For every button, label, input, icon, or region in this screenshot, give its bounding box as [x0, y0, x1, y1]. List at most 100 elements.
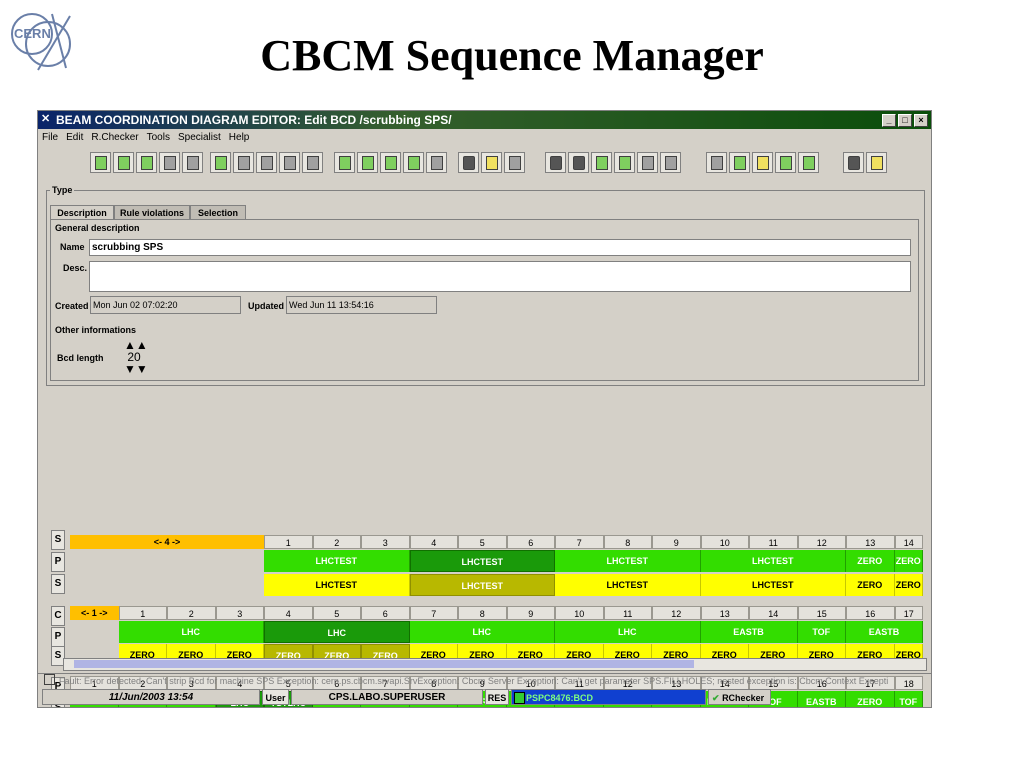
- res-button[interactable]: RES: [485, 689, 509, 705]
- sps-column-number[interactable]: 12: [797, 535, 846, 549]
- clean-icon[interactable]: [866, 152, 887, 173]
- cps-column-number[interactable]: 1: [118, 606, 167, 620]
- cps-column-number[interactable]: 14: [749, 606, 798, 620]
- edit-cycle-4-icon[interactable]: [279, 152, 300, 173]
- pencil-4-icon[interactable]: [614, 152, 635, 173]
- cps-cycle-cell[interactable]: LHC: [555, 621, 701, 643]
- cps-column-number[interactable]: 16: [846, 606, 895, 620]
- sps-column-number[interactable]: 9: [652, 535, 701, 549]
- copy-bcd-icon[interactable]: [136, 152, 157, 173]
- session-display[interactable]: PSPC8476:BCD editor:LABO.SUPERUSER...: [511, 689, 706, 705]
- menu-specialist[interactable]: Specialist: [174, 130, 225, 146]
- sps-cycle-cell[interactable]: ZERO: [894, 574, 923, 596]
- save-icon[interactable]: [458, 152, 479, 173]
- delete-bcd-icon[interactable]: [159, 152, 180, 173]
- cps-column-number[interactable]: 9: [506, 606, 555, 620]
- close-button[interactable]: ×: [914, 114, 928, 127]
- edit-cycle-5-icon[interactable]: [302, 152, 323, 173]
- sps-cycle-cell[interactable]: LHCTEST: [409, 550, 555, 572]
- edit-cycle-2-icon[interactable]: [233, 152, 254, 173]
- sps-cycle-cell[interactable]: LHCTEST: [555, 550, 701, 572]
- cps-column-number[interactable]: 12: [652, 606, 701, 620]
- sps-cycle-cell[interactable]: LHCTEST: [264, 550, 410, 572]
- bcd-length-spinner[interactable]: ▲▲ 20 ▼▼: [124, 339, 148, 375]
- sps-cycle-cell[interactable]: LHCTEST: [264, 574, 410, 596]
- sps-cycle-cell[interactable]: ZERO: [894, 550, 923, 572]
- sps-column-number[interactable]: 7: [555, 535, 604, 549]
- cps-column-number[interactable]: 5: [312, 606, 361, 620]
- cps-cycle-cell[interactable]: LHC: [264, 621, 410, 643]
- grid-icon[interactable]: [706, 152, 727, 173]
- window-titlebar[interactable]: ✕ BEAM COORDINATION DIAGRAM EDITOR: Edit…: [38, 111, 931, 129]
- spin-down-icon[interactable]: ▼▼: [124, 363, 148, 375]
- calendar-4-icon[interactable]: [403, 152, 424, 173]
- sps-column-number[interactable]: 13: [846, 535, 895, 549]
- menu-tools[interactable]: Tools: [143, 130, 174, 146]
- sps-column-number[interactable]: 2: [312, 535, 361, 549]
- close-bcd-icon[interactable]: [182, 152, 203, 173]
- minimize-button[interactable]: _: [882, 114, 896, 127]
- cps-cycle-cell[interactable]: LHC: [409, 621, 555, 643]
- spin-up-icon[interactable]: ▲▲: [124, 339, 148, 351]
- sps-column-number[interactable]: 11: [749, 535, 798, 549]
- calendar-3-icon[interactable]: [380, 152, 401, 173]
- menu-edit[interactable]: Edit: [62, 130, 87, 146]
- scrollbar-thumb[interactable]: [74, 660, 694, 668]
- tab-rule-violations[interactable]: Rule violations: [114, 205, 190, 220]
- cps-column-number[interactable]: 15: [797, 606, 846, 620]
- cps-cycle-cell[interactable]: EASTB: [846, 621, 923, 643]
- sps-column-number[interactable]: 8: [603, 535, 652, 549]
- maximize-button[interactable]: □: [898, 114, 912, 127]
- sps-cycle-cell[interactable]: LHCTEST: [555, 574, 701, 596]
- insert-row-icon[interactable]: [729, 152, 750, 173]
- menu-help[interactable]: Help: [225, 130, 254, 146]
- pencil-icon[interactable]: [545, 152, 566, 173]
- open-bcd-icon[interactable]: [113, 152, 134, 173]
- sps-cycle-cell[interactable]: LHCTEST: [700, 550, 846, 572]
- sps-column-number[interactable]: 3: [361, 535, 410, 549]
- tab-selection[interactable]: Selection: [190, 205, 246, 220]
- cps-column-number[interactable]: 2: [167, 606, 216, 620]
- cps-column-number[interactable]: 11: [603, 606, 652, 620]
- rchecker-button[interactable]: ✔ RChecker: [708, 689, 771, 705]
- cps-column-number[interactable]: 10: [555, 606, 604, 620]
- cps-column-number[interactable]: 17: [894, 606, 923, 620]
- split-icon[interactable]: [798, 152, 819, 173]
- cps-column-number[interactable]: 7: [409, 606, 458, 620]
- calendar-2-icon[interactable]: [357, 152, 378, 173]
- sps-column-number[interactable]: 5: [458, 535, 507, 549]
- sps-column-number[interactable]: 14: [894, 535, 923, 549]
- sps-cycle-cell[interactable]: LHCTEST: [409, 574, 555, 596]
- edit-cycle-icon[interactable]: [210, 152, 231, 173]
- merge-icon[interactable]: [775, 152, 796, 173]
- sps-cycle-cell[interactable]: ZERO: [846, 550, 895, 572]
- calendar-icon[interactable]: [334, 152, 355, 173]
- menu-file[interactable]: File: [38, 130, 62, 146]
- cps-column-number[interactable]: 4: [264, 606, 313, 620]
- wand-icon[interactable]: [637, 152, 658, 173]
- horizontal-scrollbar[interactable]: [63, 658, 927, 671]
- sps-cycle-cell[interactable]: LHCTEST: [700, 574, 846, 596]
- sps-column-number[interactable]: 4: [409, 535, 458, 549]
- sps-column-number[interactable]: 1: [264, 535, 313, 549]
- cps-cycle-cell[interactable]: TOF: [797, 621, 846, 643]
- cps-cycle-cell[interactable]: EASTB: [700, 621, 798, 643]
- desc-field[interactable]: [89, 261, 911, 292]
- fault-checkbox-icon[interactable]: [44, 674, 55, 685]
- name-field[interactable]: scrubbing SPS: [89, 239, 911, 256]
- insert-row-2-icon[interactable]: [752, 152, 773, 173]
- cps-cycle-cell[interactable]: LHC: [118, 621, 264, 643]
- print-icon[interactable]: [481, 152, 502, 173]
- sps-cycle-cell[interactable]: ZERO: [846, 574, 895, 596]
- cps-column-number[interactable]: 8: [458, 606, 507, 620]
- edit-cycle-3-icon[interactable]: [256, 152, 277, 173]
- user-button[interactable]: User: [262, 689, 289, 705]
- cps-column-number[interactable]: 3: [215, 606, 264, 620]
- rule-check-icon[interactable]: [843, 152, 864, 173]
- erase-icon[interactable]: [504, 152, 525, 173]
- pencil-2-icon[interactable]: [568, 152, 589, 173]
- tab-description[interactable]: Description: [50, 205, 114, 220]
- menu-rchecker[interactable]: R.Checker: [87, 130, 142, 146]
- sps-column-number[interactable]: 6: [506, 535, 555, 549]
- cps-column-number[interactable]: 6: [361, 606, 410, 620]
